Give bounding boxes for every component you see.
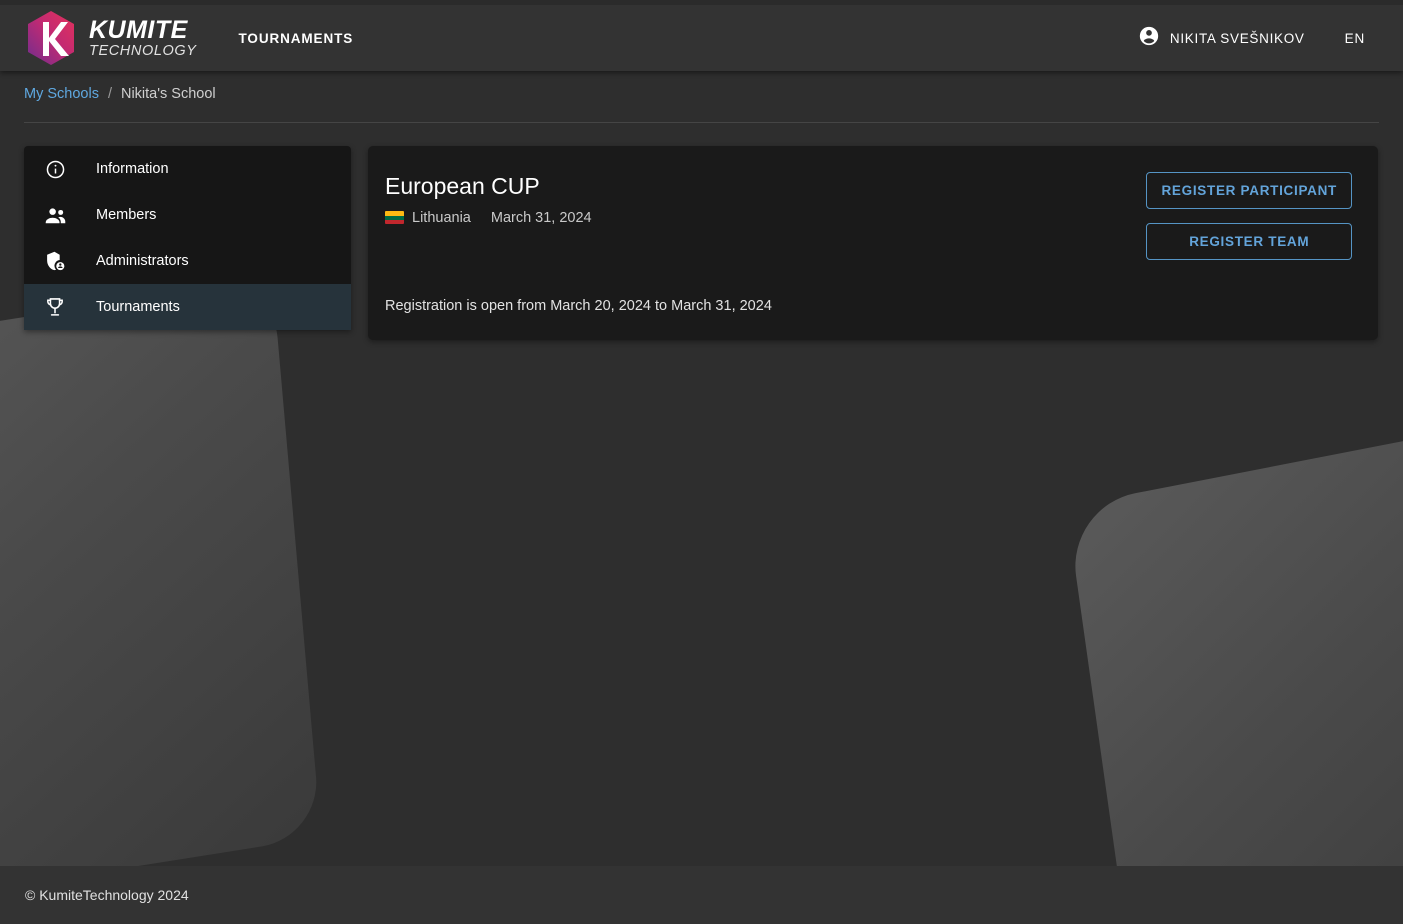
account-circle-icon xyxy=(1138,25,1160,52)
people-icon xyxy=(40,204,70,227)
lithuania-flag-icon xyxy=(385,211,404,224)
page-title: European CUP xyxy=(385,172,1122,201)
registration-note: Registration is open from March 20, 2024… xyxy=(385,298,1352,314)
sidebar-item-members[interactable]: Members xyxy=(24,192,351,238)
top-strip xyxy=(0,0,1403,5)
trophy-icon xyxy=(40,296,70,318)
user-name-label: NIKITA SVEŠNIKOV xyxy=(1170,31,1305,46)
footer-copyright: © KumiteTechnology 2024 xyxy=(25,887,189,903)
sidebar-item-label: Members xyxy=(96,207,156,223)
background-shape-right xyxy=(1066,407,1403,924)
language-selector[interactable]: EN xyxy=(1345,31,1365,46)
sidebar-item-label: Information xyxy=(96,161,169,177)
sidebar-item-tournaments[interactable]: Tournaments xyxy=(24,284,351,330)
shield-person-icon xyxy=(40,250,70,272)
sidebar-item-information[interactable]: Information xyxy=(24,146,351,192)
nav-tournaments[interactable]: TOURNAMENTS xyxy=(239,31,354,46)
header-right-group: NIKITA SVEŠNIKOV EN xyxy=(1138,25,1365,52)
breadcrumb-link-my-schools[interactable]: My Schools xyxy=(24,86,99,102)
sidebar-item-label: Administrators xyxy=(96,253,189,269)
sidebar-item-administrators[interactable]: Administrators xyxy=(24,238,351,284)
background-decoration xyxy=(0,0,1403,924)
page-content: Information Members xyxy=(24,146,1378,340)
info-circle-icon xyxy=(40,159,70,180)
tournament-date: March 31, 2024 xyxy=(491,210,592,226)
logo-text: KUMITE TECHNOLOGY xyxy=(89,18,197,59)
background-shape-left xyxy=(0,278,321,919)
kumite-hexagon-logo xyxy=(24,9,78,67)
breadcrumb-separator: / xyxy=(108,86,112,102)
tournament-country: Lithuania xyxy=(412,210,471,226)
breadcrumb: My Schools / Nikita's School xyxy=(24,86,216,102)
logo-primary-text: KUMITE xyxy=(89,18,197,43)
app-header: KUMITE TECHNOLOGY TOURNAMENTS NIKITA SVE… xyxy=(0,5,1403,71)
tournament-info: European CUP Lithuania March 31, 2024 xyxy=(385,172,1122,226)
breadcrumb-current: Nikita's School xyxy=(121,86,216,102)
app-footer: © KumiteTechnology 2024 xyxy=(0,866,1403,924)
tournament-actions: REGISTER PARTICIPANT REGISTER TEAM xyxy=(1146,172,1352,260)
user-menu[interactable]: NIKITA SVEŠNIKOV xyxy=(1138,25,1305,52)
breadcrumb-divider xyxy=(24,122,1379,123)
register-team-button[interactable]: REGISTER TEAM xyxy=(1146,223,1352,260)
tournament-card: European CUP Lithuania March 31, 2024 RE… xyxy=(368,146,1378,340)
sidebar-item-label: Tournaments xyxy=(96,299,180,315)
tournament-meta: Lithuania March 31, 2024 xyxy=(385,210,1122,226)
register-participant-button[interactable]: REGISTER PARTICIPANT xyxy=(1146,172,1352,209)
tournament-card-header: European CUP Lithuania March 31, 2024 RE… xyxy=(385,172,1352,260)
logo-secondary-text: TECHNOLOGY xyxy=(89,44,197,59)
logo[interactable]: KUMITE TECHNOLOGY xyxy=(24,9,197,67)
sidebar-nav: Information Members xyxy=(24,146,351,330)
